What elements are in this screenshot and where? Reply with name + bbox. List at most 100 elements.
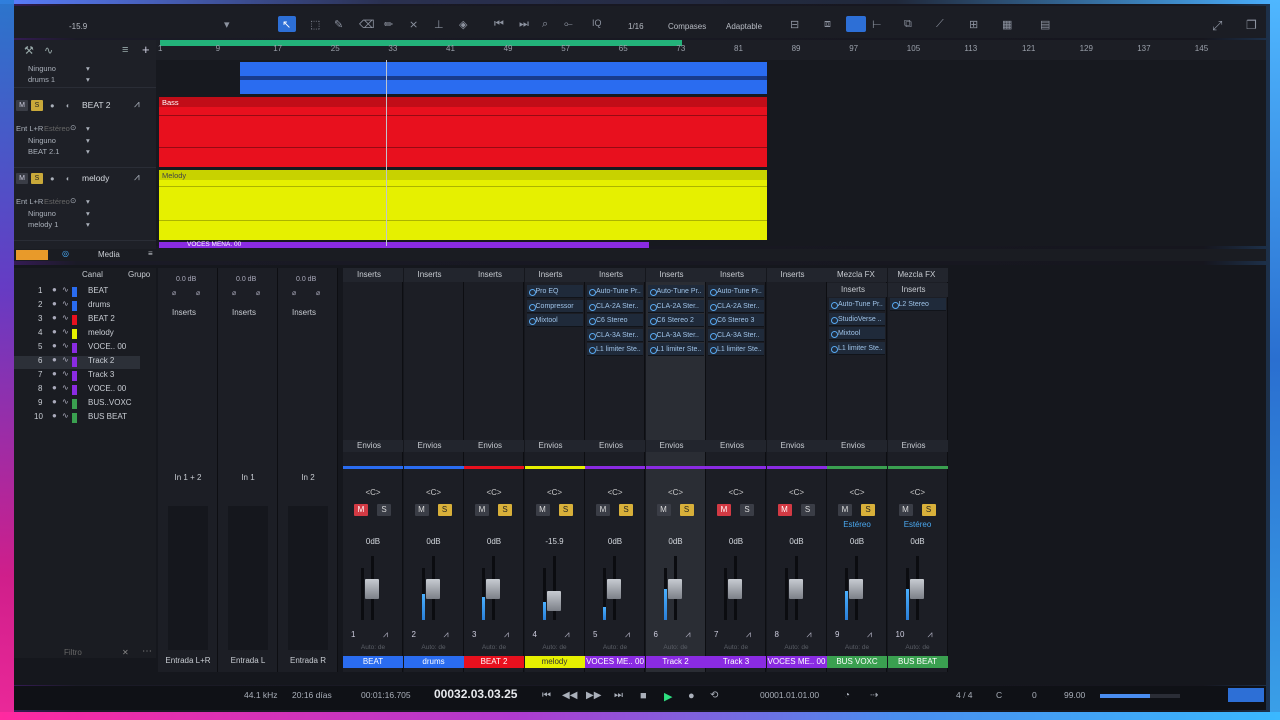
phase-icon[interactable]: ⌀ [196,289,200,297]
solo-button[interactable]: S [377,504,391,516]
drag-handle[interactable] [16,250,48,260]
insert-plugin[interactable]: CLA-2A Ster.. [708,299,764,313]
inserts-header[interactable]: Inserts [218,306,278,320]
mute-button[interactable]: M [777,504,792,516]
automation-icon[interactable]: ∿ [44,44,53,57]
solo-button[interactable]: S [679,504,694,516]
phase-icon[interactable]: ⌀ [316,289,320,297]
track-row-melody[interactable]: M S ● ◐ melody ⩘ Ent L+R Estéreo ⊙ Ningu… [14,171,156,241]
bars-display[interactable]: 00032.03.03.25 [434,687,517,701]
volume-value[interactable]: 0dB [464,537,524,546]
volume-fader[interactable] [486,578,500,599]
inserts-header[interactable]: Inserts [706,268,766,282]
phase-icon[interactable]: ⌀ [232,289,236,297]
mute-button[interactable]: M [414,504,429,516]
mute-button[interactable]: M [475,504,489,516]
solo-button[interactable]: S [800,504,815,516]
eye-icon[interactable]: ● [52,369,57,378]
close-icon[interactable]: ✕ [122,648,129,657]
channel-list-item[interactable]: 9 ● ∿ BUS..VOXC [14,397,140,411]
pan-knob[interactable]: <C> [404,488,464,497]
close-icon[interactable]: ⤢ [1212,18,1222,34]
clip-bass[interactable]: Bass [159,97,767,167]
channel-name[interactable]: BUS BEAT [88,412,127,421]
inserts-header[interactable]: Inserts [645,268,706,282]
automation-icon[interactable]: ⩘ [686,629,691,640]
wave-icon[interactable]: ⩘ [134,172,140,183]
insert-plugin[interactable]: C6 Stereo 2 [647,314,704,327]
mute-button[interactable]: M [717,504,731,516]
play-icon[interactable]: ▶ [664,690,672,703]
insert-plugin[interactable]: L1 limiter Ste.. [708,343,764,356]
mute-button[interactable]: M [898,504,913,516]
phase-icon[interactable]: ⌀ [292,289,296,297]
insert-plugin[interactable]: C6 Stereo [587,314,643,327]
pan-knob[interactable]: <C> [585,488,645,497]
channel-strip[interactable]: Inserts Envios <C> M S 0dB 1 ⩘ Auto: de BEAT [343,268,403,672]
inserts-header[interactable]: Inserts [766,268,827,282]
eye-icon[interactable]: ● [52,397,57,406]
inserts-header[interactable]: Inserts [403,268,464,282]
insert-plugin[interactable]: CLA-2A Ster.. [587,299,643,313]
automation-icon[interactable]: ⩘ [444,629,449,640]
automation-mode[interactable]: Auto: de [767,644,827,651]
volume-value[interactable]: 0dB [706,537,766,546]
wave-icon[interactable]: ∿ [62,369,69,378]
volume-fader[interactable] [667,578,682,599]
insert-plugin[interactable]: CLA-3A Ster.. [647,328,704,342]
track-output[interactable]: Ninguno [28,64,56,73]
offset[interactable]: 0 [1032,690,1037,700]
channel-strip[interactable]: Mezcla FX Inserts L2 Stereo Envios <C> M S Esté… [887,268,948,672]
add-track-icon[interactable]: + [142,42,150,57]
chevron-down-icon[interactable]: ▾ [86,75,90,84]
panel-icon[interactable]: ▦ [1002,18,1012,31]
clip-melody[interactable]: Melody [159,170,767,240]
channel-list-item[interactable]: 8 ● ∿ VOCE.. 00 [14,383,140,397]
track-name[interactable]: BEAT 2 [82,100,111,110]
monitor-icon[interactable]: ◐ [66,174,71,183]
channel-list-item[interactable]: 10 ● ∿ BUS BEAT [14,411,140,425]
channel-name[interactable]: BEAT 2 [464,656,524,668]
pan-knob[interactable]: <C> [464,488,524,497]
channel-name[interactable]: VOCES ME.. 00 [766,656,827,668]
tempo[interactable]: 99.00 [1064,690,1085,700]
eye-icon[interactable]: ● [52,355,57,364]
volume-value[interactable]: 0dB [585,537,645,546]
sends-header[interactable]: Envios [766,440,827,452]
track-input[interactable]: drums 1 [28,75,55,84]
volume-fader[interactable] [728,578,742,599]
input-name[interactable]: Entrada L [218,656,278,665]
track-take[interactable]: BEAT 2.1 [28,147,59,156]
channel-name[interactable]: Track 3 [88,370,114,379]
volume-value[interactable]: 0dB [646,537,706,546]
wave-icon[interactable]: ∿ [62,327,69,336]
inserts-header[interactable]: Inserts [585,268,645,282]
channel-name[interactable]: BUS BEAT [887,656,948,668]
solo-button[interactable]: S [498,504,512,516]
time-signature[interactable]: 4 / 4 [956,690,973,700]
inserts-header[interactable]: Inserts [464,268,524,282]
eye-icon[interactable]: ● [52,313,57,322]
volume-fader[interactable] [365,578,379,599]
automation-mode[interactable]: Auto: de [646,644,706,651]
volume-fader[interactable] [425,578,440,599]
record-icon[interactable]: ● [688,690,695,702]
list-icon[interactable]: ≡ [148,249,153,258]
nudge-left-icon[interactable]: ⏮ [494,18,504,31]
input-name[interactable]: Entrada R [278,656,338,665]
stop-icon[interactable]: ■ [640,690,647,702]
loop-icon[interactable]: ⟲ [710,690,718,701]
toggle-icon[interactable]: ⊙ [70,196,76,205]
pan-knob[interactable]: <C> [646,488,706,497]
window-icon[interactable]: ❐ [1246,18,1257,32]
back-icon[interactable]: ◀◀ [562,690,577,701]
channel-list-item[interactable]: 5 ● ∿ VOCE.. 00 [14,341,140,355]
insert-plugin[interactable]: Mixtool [829,327,885,340]
eye-icon[interactable]: ● [52,285,57,294]
channel-list-item[interactable]: 1 ● ∿ BEAT [14,285,140,299]
pencil-icon[interactable]: ✏ [384,18,393,31]
wave-icon[interactable]: ∿ [62,313,69,322]
quantize-value[interactable]: 1/16 [628,22,644,31]
volume-value[interactable]: 0dB [404,537,464,546]
channel-name[interactable]: BUS..VOXC [88,398,132,407]
